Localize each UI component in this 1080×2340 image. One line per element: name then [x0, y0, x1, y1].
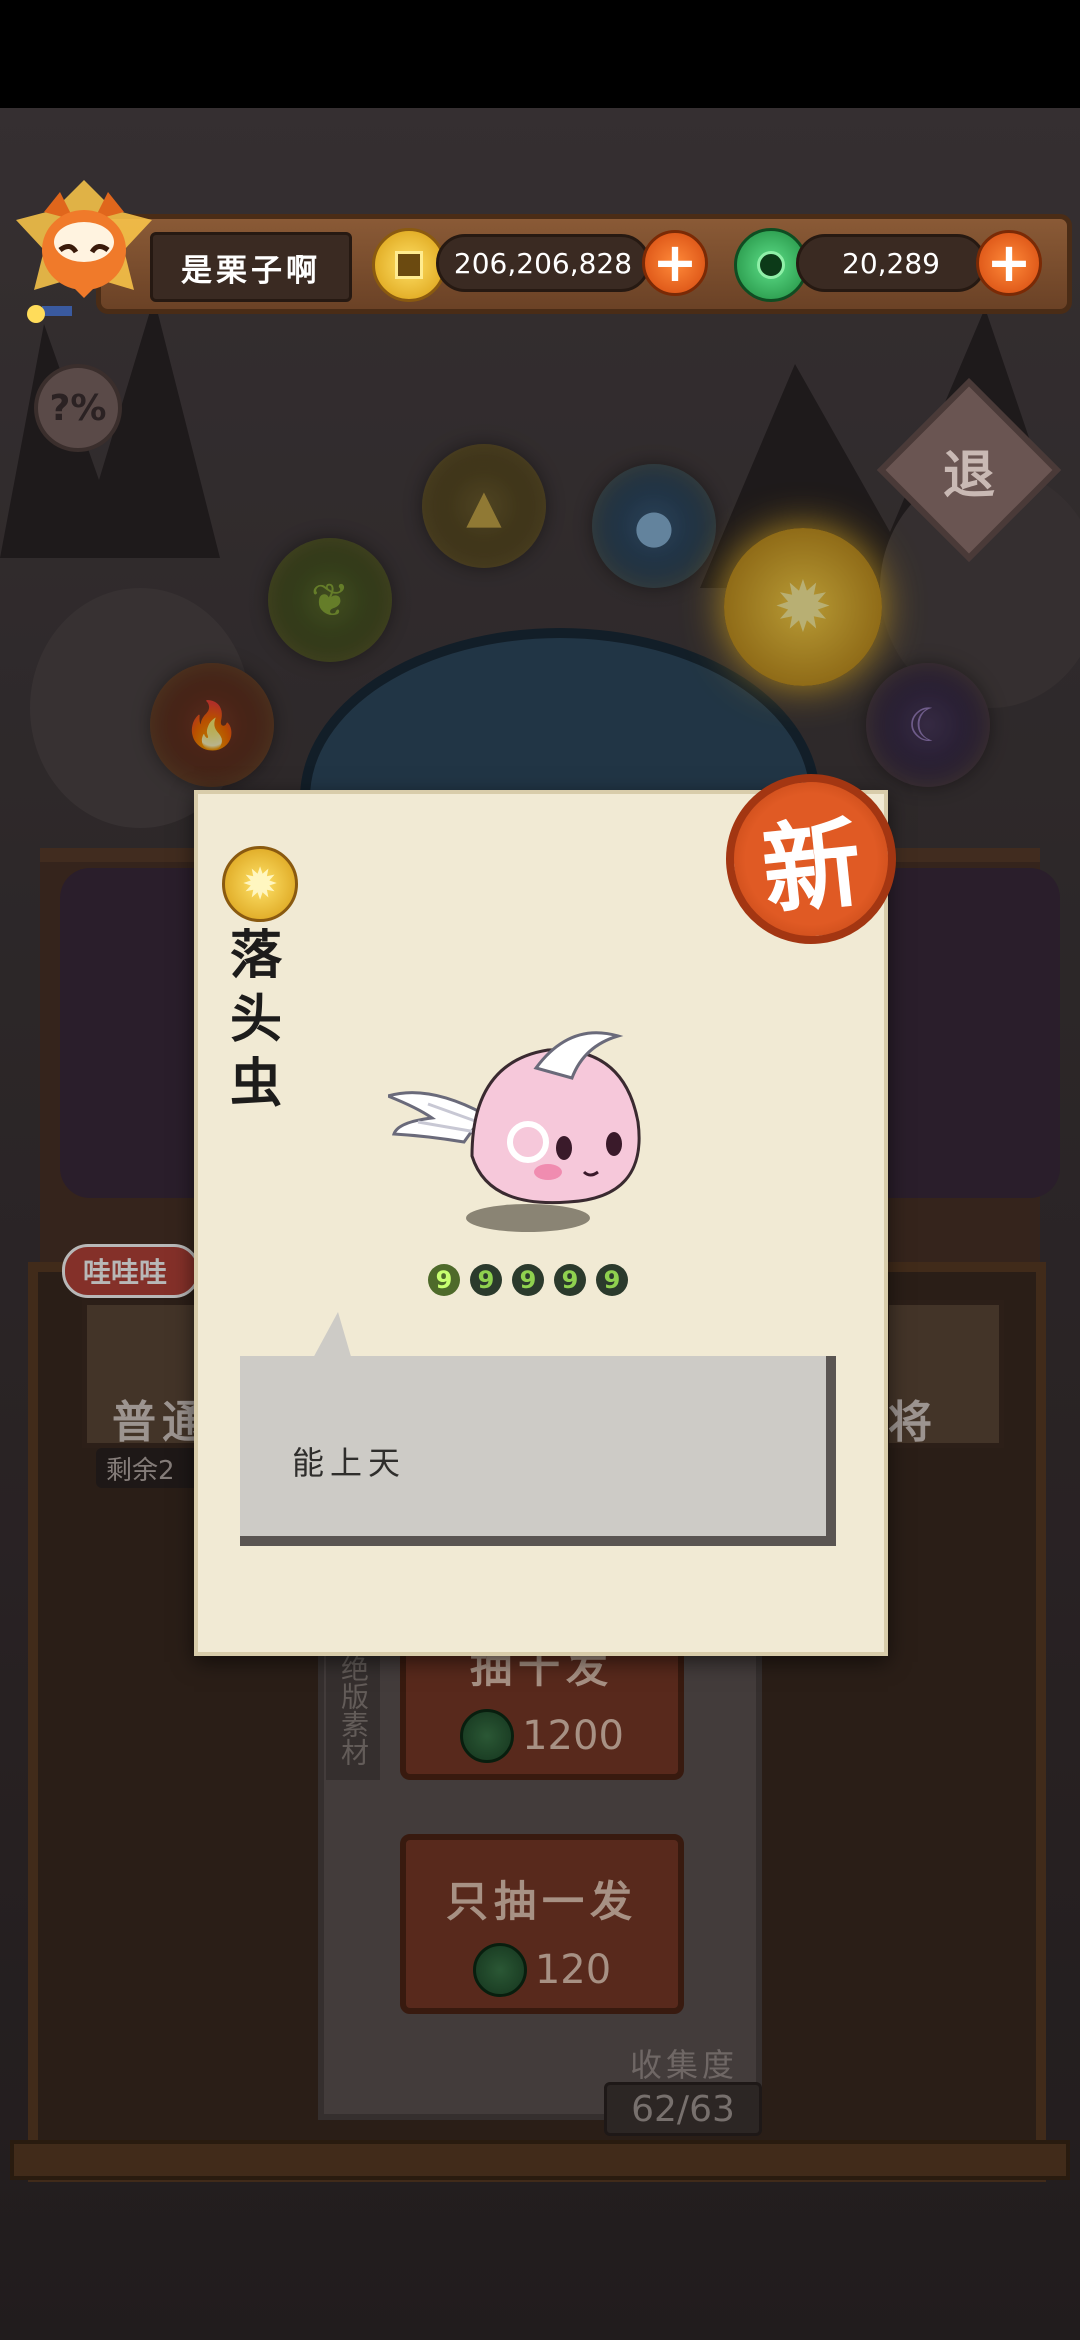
- star-icon: 9: [428, 1264, 460, 1296]
- status-bar: [0, 0, 1080, 108]
- bug-description: 能上天: [292, 1444, 407, 1482]
- star-icon: 9: [596, 1264, 628, 1296]
- sun-element-icon: ✹: [222, 846, 298, 922]
- star-icon: 9: [512, 1264, 544, 1296]
- player-avatar[interactable]: [14, 180, 154, 330]
- flying-bug-image: [383, 1022, 654, 1234]
- add-jade-button[interactable]: +: [976, 230, 1042, 296]
- gold-amount: 206,206,828: [436, 234, 650, 292]
- gold-coin-icon: [372, 228, 446, 302]
- bug-name: 落头虫: [229, 926, 282, 1114]
- jade-amount: 20,289: [796, 234, 986, 292]
- speech-bubble-tail: [312, 1312, 352, 1360]
- star-icon: 9: [470, 1264, 502, 1296]
- fox-mask-icon: [16, 180, 152, 323]
- star-rating: 99999: [428, 1264, 628, 1296]
- exit-label: 退: [942, 445, 995, 506]
- star-icon: 9: [554, 1264, 586, 1296]
- creature-illustration: [383, 1031, 641, 1232]
- add-gold-button[interactable]: +: [642, 230, 708, 296]
- help-button[interactable]: ?%: [34, 364, 122, 452]
- player-name[interactable]: 是栗子啊: [150, 232, 352, 302]
